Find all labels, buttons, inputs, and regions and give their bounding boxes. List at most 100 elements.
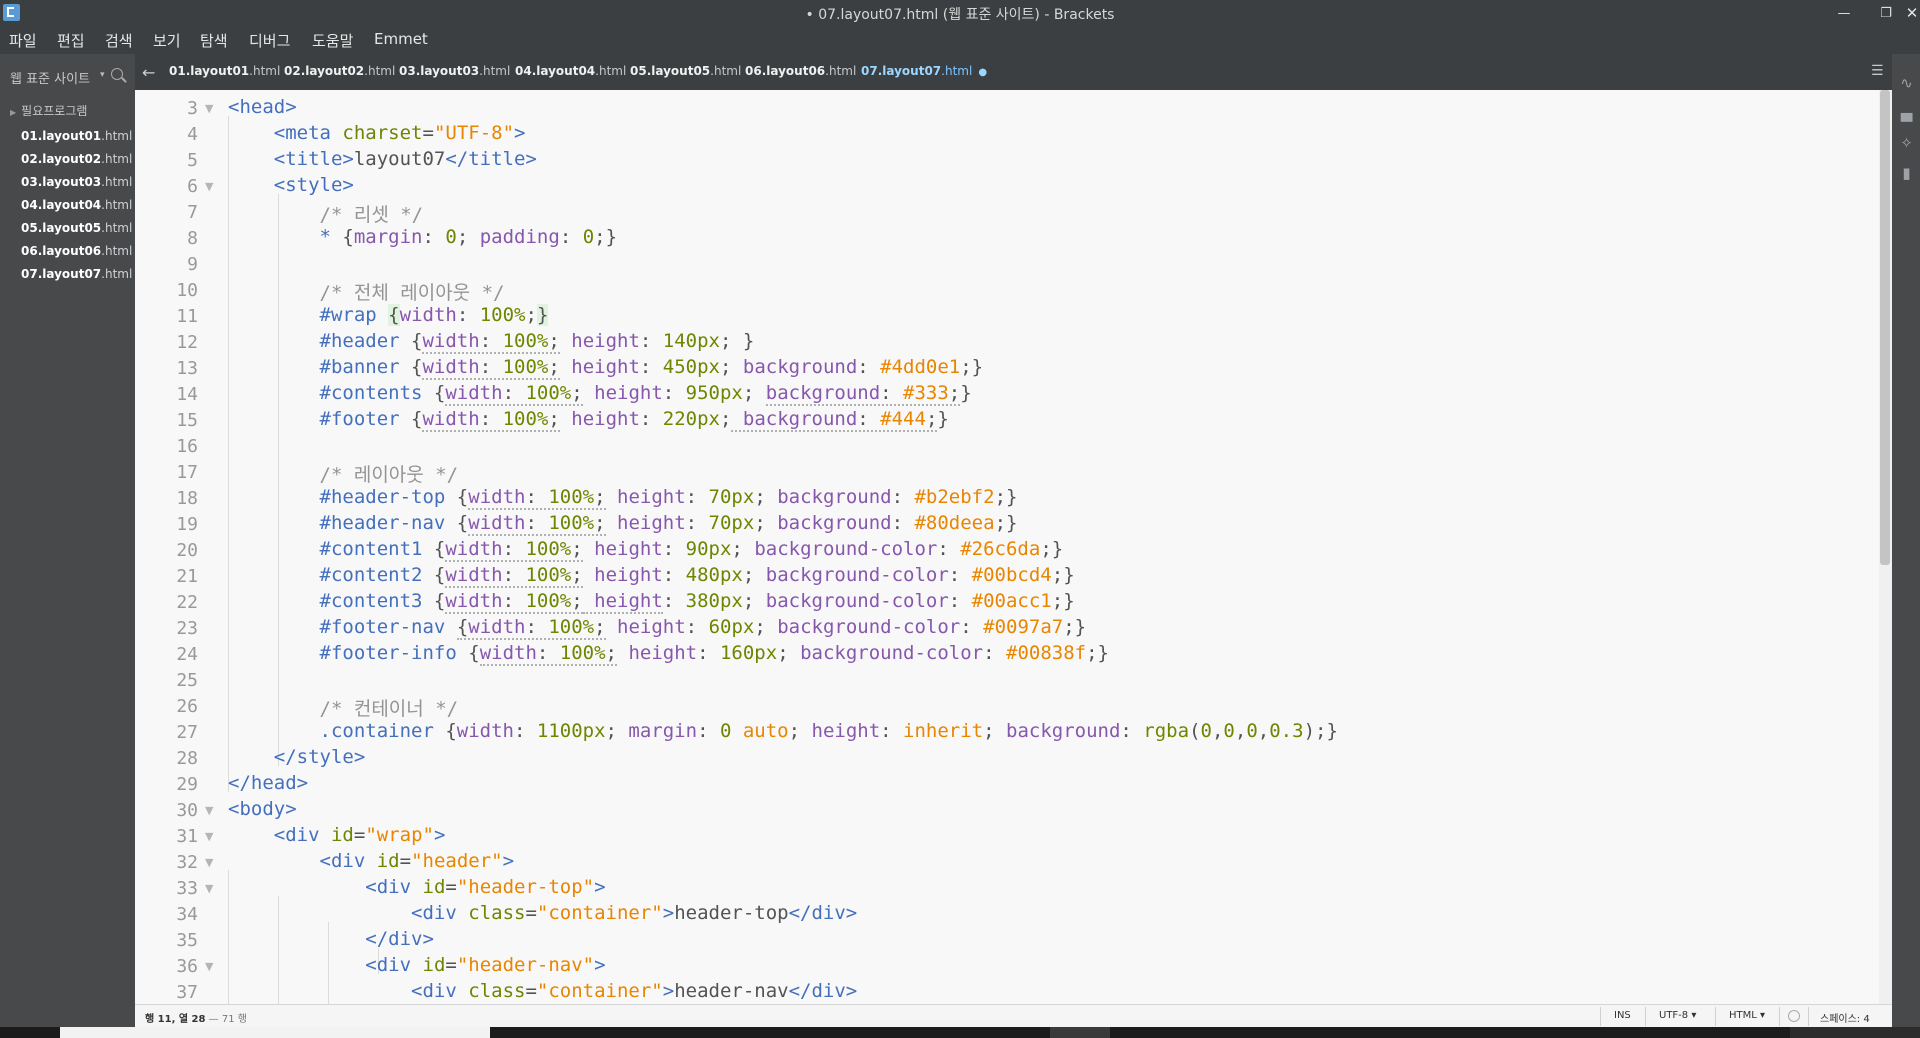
menu-emmet[interactable]: Emmet [374, 30, 428, 48]
language-select[interactable]: HTML ▾ [1729, 1010, 1765, 1021]
taskbar [0, 1027, 1920, 1038]
divider [1808, 1007, 1809, 1026]
line-number: 28 [176, 748, 198, 769]
tab-list-menu-icon[interactable]: ☰ [1871, 63, 1884, 79]
fold-arrow-icon[interactable]: ▼ [205, 830, 213, 843]
file-item[interactable]: 02.layout02.html [21, 152, 132, 166]
code-line: #content1 {width: 100%; height: 90px; ba… [319, 538, 1064, 562]
folder-collapsed-icon: ▶ [10, 108, 17, 117]
code-line: #content3 {width: 100%; height: 380px; b… [319, 590, 1075, 614]
code-line: </div> [365, 928, 434, 950]
back-arrow-icon[interactable]: ← [142, 63, 155, 82]
code-line: #content2 {width: 100%; height: 480px; b… [319, 564, 1075, 588]
wand-icon[interactable]: ✧ [1898, 134, 1915, 152]
line-number: 30 [176, 800, 198, 821]
live-preview-icon[interactable]: ∿ [1898, 74, 1915, 92]
tab-layout01[interactable]: 01.layout01.html [169, 64, 280, 78]
search-icon[interactable] [111, 68, 123, 80]
code-line: <meta charset="UTF-8"> [273, 122, 526, 144]
line-number: 16 [176, 436, 198, 457]
line-number: 35 [176, 930, 198, 951]
code-line: #contents {width: 100%; height: 950px; b… [319, 382, 972, 406]
line-number: 34 [176, 904, 198, 925]
menu-file[interactable]: 파일 [9, 30, 37, 51]
fold-arrow-icon[interactable]: ▼ [205, 856, 213, 869]
line-number: 29 [176, 774, 198, 795]
taskbar-app[interactable] [60, 1027, 490, 1038]
project-dropdown-icon[interactable]: ▾ [100, 70, 105, 80]
project-title[interactable]: 웹 표준 사이트 [10, 68, 90, 87]
encoding-select[interactable]: UTF-8 ▾ [1659, 1010, 1696, 1021]
line-number: 10 [176, 280, 198, 301]
menu-help[interactable]: 도움말 [312, 30, 353, 51]
scrollbar-thumb[interactable] [1880, 90, 1890, 565]
file-item[interactable]: 06.layout06.html [21, 244, 132, 258]
folder-label: 필요프로그램 [21, 104, 88, 118]
line-number: 11 [176, 306, 198, 327]
unsaved-dot-icon: ● [978, 67, 988, 78]
line-number: 23 [176, 618, 198, 639]
fold-arrow-icon[interactable]: ▼ [205, 180, 213, 193]
indent-setting[interactable]: 스페이스: 4 [1820, 1010, 1870, 1025]
fold-arrow-icon[interactable]: ▼ [205, 882, 213, 895]
menu-find[interactable]: 검색 [105, 30, 133, 51]
file-item[interactable]: 04.layout04.html [21, 198, 132, 212]
line-number: 13 [176, 358, 198, 379]
tab-layout06[interactable]: 06.layout06.html [745, 64, 856, 78]
status-bar: 행 11, 열 28 — 71 행 INS UTF-8 ▾ HTML ▾ 스페이… [135, 1004, 1892, 1028]
cursor-position[interactable]: 행 11, 열 28 — 71 행 [145, 1010, 247, 1025]
code-line: #header-nav {width: 100%; height: 70px; … [319, 512, 1018, 536]
code-line: <div class="container">header-top</div> [411, 902, 858, 924]
tab-layout05[interactable]: 05.layout05.html [630, 64, 741, 78]
code-line: #header-top {width: 100%; height: 70px; … [319, 486, 1018, 510]
fold-arrow-icon[interactable]: ▼ [205, 960, 213, 973]
code-line: </head> [228, 772, 309, 794]
line-number: 17 [176, 462, 198, 483]
line-number: 27 [176, 722, 198, 743]
code-line: <div id="header-nav"> [365, 954, 606, 976]
extension-manager-icon[interactable]: ▄ [1898, 104, 1915, 122]
code-line: <div id="header-top"> [365, 876, 606, 898]
tab-bar: ← 01.layout01.html 02.layout02.html 03.l… [135, 54, 1892, 90]
file-item[interactable]: 01.layout01.html [21, 129, 132, 143]
code-line: <div class="container">header-nav</div> [411, 980, 858, 1002]
code-line: <div id="header"> [319, 850, 515, 872]
menu-debug[interactable]: 디버그 [249, 30, 290, 51]
line-number: 3 [187, 98, 198, 119]
menu-view[interactable]: 보기 [153, 30, 181, 51]
file-item[interactable]: 05.layout05.html [21, 221, 132, 235]
code-line: #footer {width: 100%; height: 220px; bac… [319, 408, 949, 432]
tab-layout02[interactable]: 02.layout02.html [284, 64, 395, 78]
fold-arrow-icon[interactable]: ▼ [205, 804, 213, 817]
close-button[interactable]: ✕ [1904, 0, 1920, 27]
title-bar: • 07.layout07.html (웹 표준 사이트) - Brackets… [0, 0, 1920, 27]
file-item[interactable]: 03.layout03.html [21, 175, 132, 189]
fold-arrow-icon[interactable]: ▼ [205, 102, 213, 115]
menu-edit[interactable]: 편집 [57, 30, 85, 51]
code-editor[interactable]: 3 4 5 6 7 8 9 10 11 12 13 14 15 16 17 18… [135, 90, 1879, 1004]
code-line: </style> [273, 746, 366, 768]
taskbar-item[interactable] [1050, 1027, 1110, 1038]
line-number: 24 [176, 644, 198, 665]
code-line: #banner {width: 100%; height: 450px; bac… [319, 356, 984, 380]
code-line: /* 전체 레이아웃 */ [319, 282, 505, 304]
line-number: 19 [176, 514, 198, 535]
code-line: .container {width: 1100px; margin: 0 aut… [319, 720, 1338, 742]
menu-navigate[interactable]: 탐색 [200, 30, 228, 51]
tab-layout07[interactable]: 07.layout07.html ● [861, 64, 987, 78]
maximize-button[interactable]: ❐ [1864, 0, 1908, 27]
line-number: 15 [176, 410, 198, 431]
folder-item[interactable]: ▶ 필요프로그램 [10, 102, 87, 119]
tab-layout03[interactable]: 03.layout03.html [399, 64, 510, 78]
minimize-button[interactable]: — [1822, 0, 1866, 27]
lint-status-icon[interactable] [1788, 1010, 1800, 1022]
book-icon[interactable]: ▮ [1898, 164, 1915, 182]
file-item[interactable]: 07.layout07.html [21, 267, 132, 281]
divider [1645, 1007, 1646, 1026]
code-line: #footer-nav {width: 100%; height: 60px; … [319, 616, 1087, 640]
tab-layout04[interactable]: 04.layout04.html [515, 64, 626, 78]
insert-mode-indicator[interactable]: INS [1614, 1010, 1631, 1021]
